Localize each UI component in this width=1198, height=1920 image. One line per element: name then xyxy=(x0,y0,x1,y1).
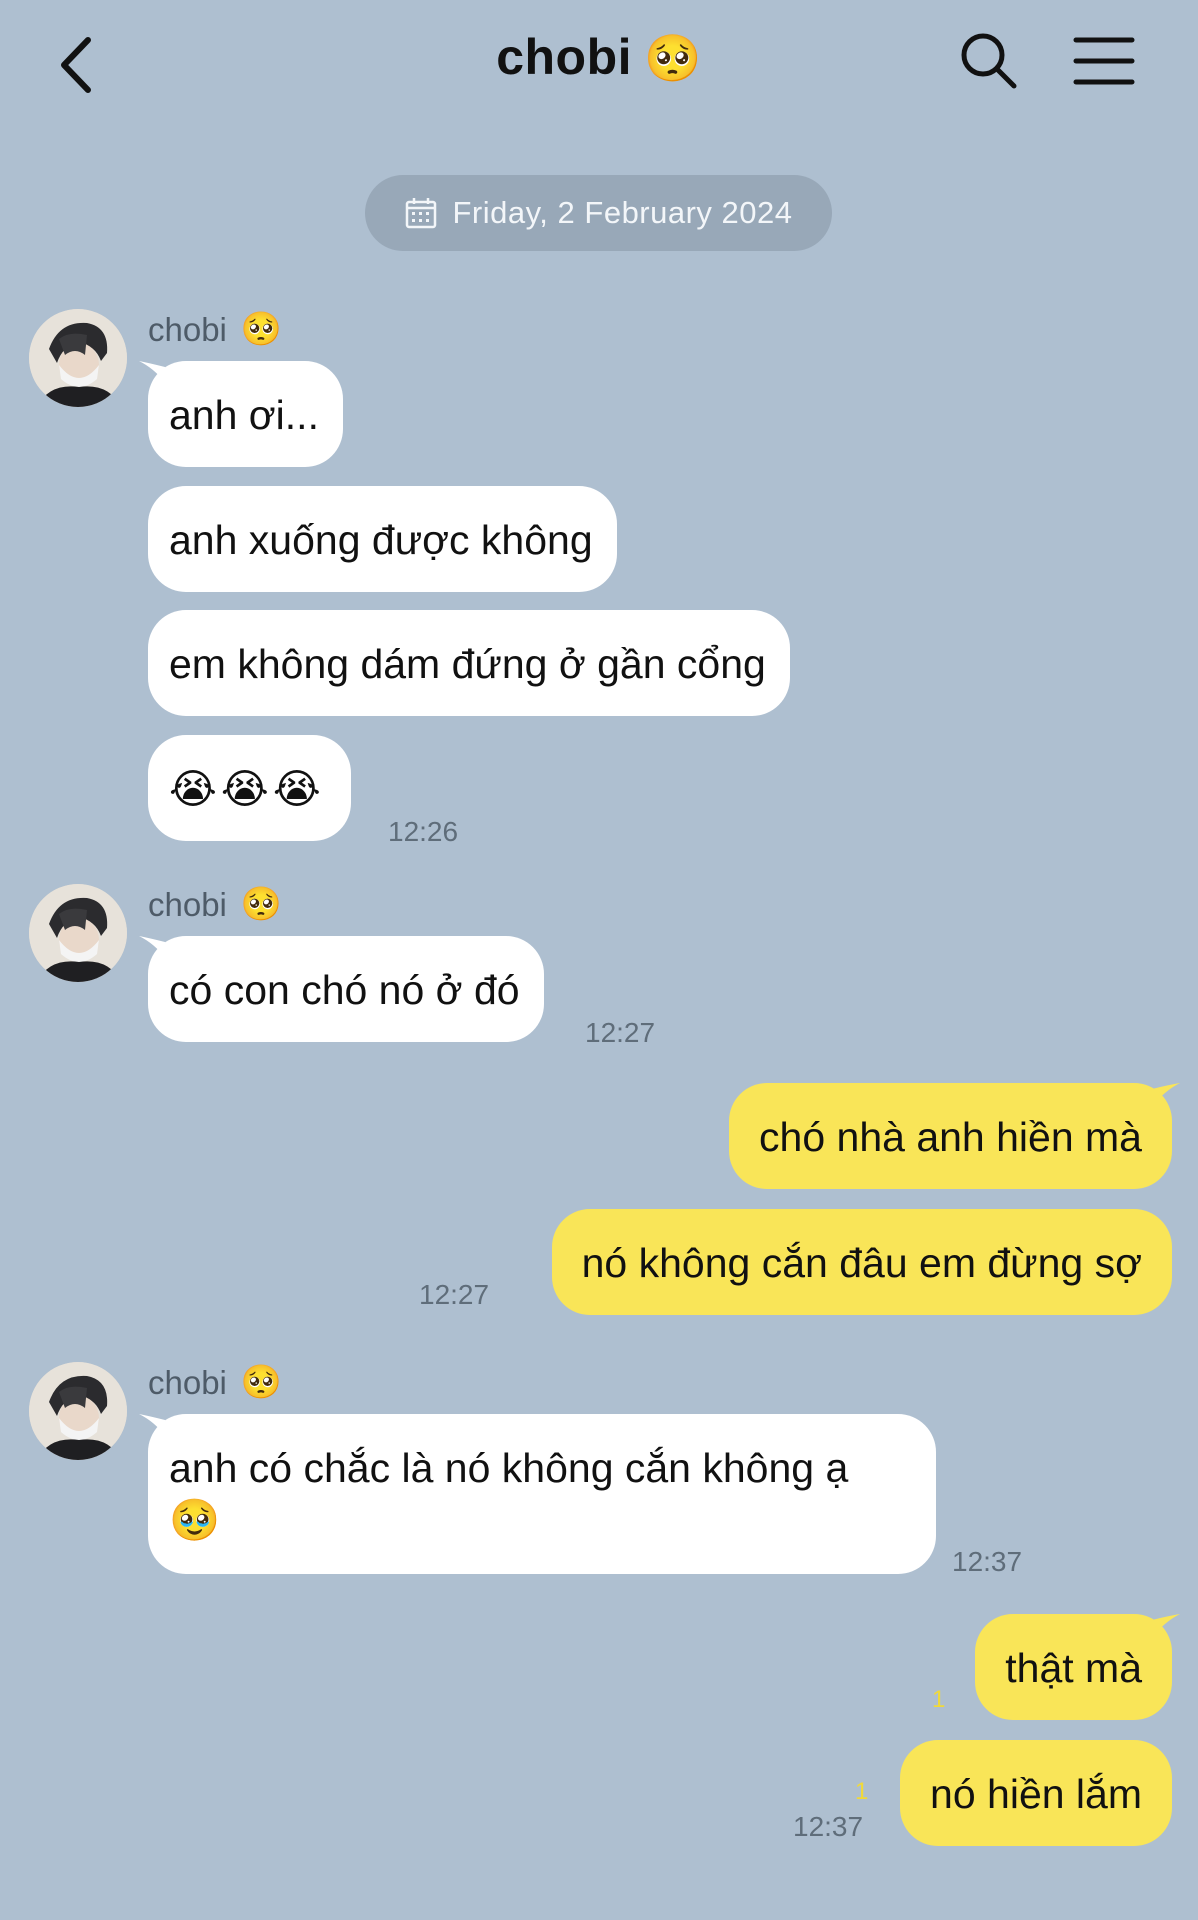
date-separator: Friday, 2 February 2024 xyxy=(365,175,832,251)
sender-name-text: chobi xyxy=(148,1363,227,1401)
message-text: thật mà xyxy=(1005,1645,1142,1691)
message-bubble-outgoing[interactable]: nó không cắn đâu em đừng sợ xyxy=(551,1209,1172,1315)
message-text: anh có chắc là nó không cắn không ạ xyxy=(169,1445,849,1491)
hamburger-menu-icon[interactable] xyxy=(1072,34,1136,88)
message-text: anh ơi... xyxy=(169,392,319,438)
message-timestamp: 12:27 xyxy=(419,1279,490,1310)
message-timestamp: 12:37 xyxy=(952,1546,1023,1577)
avatar[interactable] xyxy=(29,884,127,982)
avatar[interactable] xyxy=(29,1362,127,1460)
message-bubble-incoming[interactable]: em không dám đứng ở gần cổng xyxy=(148,610,790,716)
sender-emoji: 🥺 xyxy=(240,885,282,922)
message-text: nó không cắn đâu em đừng sợ xyxy=(581,1240,1142,1286)
date-separator-text: Friday, 2 February 2024 xyxy=(452,195,793,230)
message-text: nó hiền lắm xyxy=(930,1771,1142,1817)
message-bubble-incoming[interactable]: anh xuống được không xyxy=(148,486,617,592)
message-bubble-incoming[interactable]: anh có chắc là nó không cắn không ạ 🥹 xyxy=(148,1414,936,1574)
message-bubble-incoming[interactable]: 😭😭😭 xyxy=(148,735,351,841)
read-count: 1 xyxy=(855,1778,869,1805)
message-bubble-incoming[interactable]: anh ơi... xyxy=(148,361,343,467)
sender-name-text: chobi xyxy=(148,885,227,923)
message-text: 🥹 xyxy=(169,1497,221,1543)
message-bubble-outgoing[interactable]: thật mà xyxy=(975,1614,1172,1720)
calendar-icon xyxy=(406,198,437,229)
avatar-image xyxy=(29,884,127,982)
message-text: anh xuống được không xyxy=(169,517,593,563)
avatar[interactable] xyxy=(29,309,127,407)
search-icon[interactable] xyxy=(958,30,1018,90)
sender-name-text: chobi xyxy=(148,310,227,348)
chat-title-text: chobi xyxy=(496,29,633,85)
message-bubble-outgoing[interactable]: nó hiền lắm xyxy=(900,1740,1172,1846)
chat-title[interactable]: chobi 🥺 xyxy=(0,28,1198,86)
message-timestamp: 12:26 xyxy=(388,816,459,847)
message-bubble-incoming[interactable]: có con chó nó ở đó xyxy=(148,936,544,1042)
message-text: 😭😭😭 xyxy=(169,766,325,812)
sender-name: chobi 🥺 xyxy=(148,310,282,349)
chat-header: chobi 🥺 xyxy=(0,0,1198,130)
read-count: 1 xyxy=(932,1686,946,1713)
message-timestamp: 12:27 xyxy=(585,1017,656,1048)
message-timestamp: 12:37 xyxy=(793,1811,864,1842)
sender-name: chobi 🥺 xyxy=(148,1363,282,1402)
chat-title-emoji: 🥺 xyxy=(644,32,702,84)
sender-emoji: 🥺 xyxy=(240,1363,282,1400)
message-text: chó nhà anh hiền mà xyxy=(759,1114,1142,1160)
sender-name: chobi 🥺 xyxy=(148,885,282,924)
avatar-image xyxy=(29,309,127,407)
message-text: có con chó nó ở đó xyxy=(169,967,520,1013)
message-text: em không dám đứng ở gần cổng xyxy=(169,641,766,687)
sender-emoji: 🥺 xyxy=(240,310,282,347)
avatar-image xyxy=(29,1362,127,1460)
message-bubble-outgoing[interactable]: chó nhà anh hiền mà xyxy=(729,1083,1172,1189)
